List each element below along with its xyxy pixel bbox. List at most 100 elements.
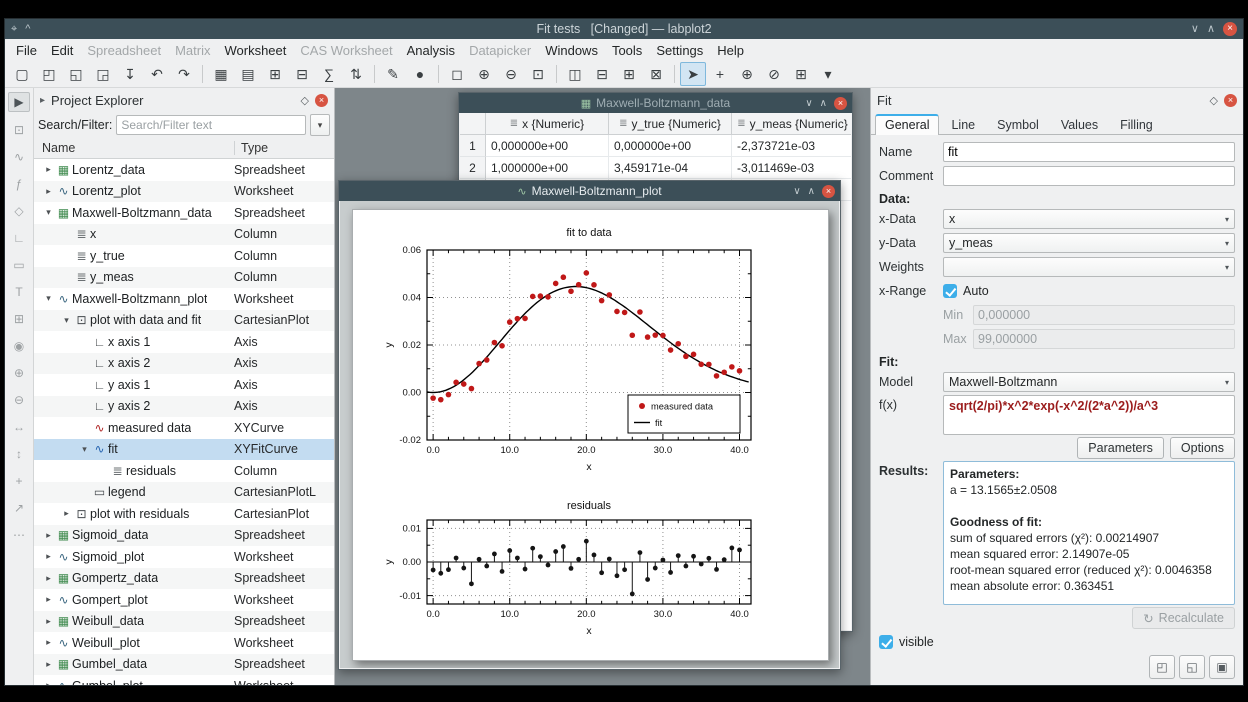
tree-expander-icon[interactable]: ▸ xyxy=(42,530,55,541)
toolbar-open-icon[interactable]: ◰ xyxy=(36,62,62,86)
menu-file[interactable]: File xyxy=(9,41,44,60)
dock-menu-icon[interactable]: ▸ xyxy=(40,95,45,106)
spreadsheet-cell[interactable]: 0,000000e+00 xyxy=(609,135,732,157)
shift-y-icon[interactable]: ↕ xyxy=(9,445,29,463)
shade-icon[interactable]: ^ xyxy=(25,19,30,39)
model-combobox[interactable]: Maxwell-Boltzmann ▾ xyxy=(943,372,1235,392)
window-shade-icon[interactable]: ∧ xyxy=(808,186,815,197)
column-header-type[interactable]: Type xyxy=(234,141,334,155)
toolbar-zoom-x-select-icon[interactable]: ⊘ xyxy=(761,62,787,86)
toolbar-statistics-icon[interactable]: ∑ xyxy=(316,62,342,86)
tree-row[interactable]: ▸▦Lorentz_dataSpreadsheet xyxy=(34,159,334,181)
toolbar-insert-row-icon[interactable]: ⊞ xyxy=(262,62,288,86)
row-number-cell[interactable]: 2 xyxy=(460,157,486,179)
keep-above-icon[interactable]: ⌖ xyxy=(11,19,17,39)
tree-row[interactable]: ▸▦Weibull_dataSpreadsheet xyxy=(34,611,334,633)
spreadsheet-cell[interactable]: 0,000000e+00 xyxy=(486,135,609,157)
window-menu-icon[interactable]: ∨ xyxy=(805,98,812,109)
toolbar-grid-options-icon[interactable]: ⊞ xyxy=(788,62,814,86)
spreadsheet-cell[interactable]: 1,000000e+00 xyxy=(486,157,609,179)
row-number-cell[interactable]: 1 xyxy=(460,135,486,157)
toolbar-layout-horizontal-icon[interactable]: ⊟ xyxy=(589,62,615,86)
auto-scale-x-icon[interactable]: ↗ xyxy=(9,499,29,517)
tree-row[interactable]: ▸∿Gumbel_plotWorksheet xyxy=(34,675,334,685)
spreadsheet-column-header[interactable]: ≣y_meas {Numeric} xyxy=(732,113,851,135)
max-input[interactable] xyxy=(973,329,1235,349)
tree-row[interactable]: ∟y axis 2Axis xyxy=(34,396,334,418)
tree-row[interactable]: ▾▦Maxwell-Boltzmann_dataSpreadsheet xyxy=(34,202,334,224)
add-axis-icon[interactable]: ∟ xyxy=(9,229,29,247)
fit-plot-container[interactable]: 0.010.020.030.040.0-0.020.000.020.040.06… xyxy=(379,220,803,488)
tree-expander-icon[interactable]: ▾ xyxy=(42,207,55,218)
visible-checkbox[interactable] xyxy=(879,635,893,649)
toolbar-redo-icon[interactable]: ↷ xyxy=(171,62,197,86)
spreadsheet-cell[interactable]: -3,011469e-03 xyxy=(732,157,851,179)
shift-select-icon[interactable]: ◉ xyxy=(9,337,29,355)
comment-input[interactable] xyxy=(943,166,1235,186)
titlebar[interactable]: ⌖ ^ Fit tests [Changed] — labplot2 ∨ ∧ × xyxy=(5,19,1243,39)
tree-row[interactable]: ∟x axis 1Axis xyxy=(34,331,334,353)
toolbar-layout-grid-icon[interactable]: ⊞ xyxy=(616,62,642,86)
menu-worksheet[interactable]: Worksheet xyxy=(217,41,293,60)
tree-expander-icon[interactable]: ▾ xyxy=(60,315,73,326)
min-input[interactable] xyxy=(973,305,1235,325)
zoom-out-tool-icon[interactable]: ⊖ xyxy=(9,391,29,409)
zoom-in-tool-icon[interactable]: ⊕ xyxy=(9,364,29,382)
window-menu-icon[interactable]: ∨ xyxy=(793,186,800,197)
menu-settings[interactable]: Settings xyxy=(649,41,710,60)
residuals-plot-container[interactable]: 0.010.020.030.040.0-0.010.000.01residual… xyxy=(379,496,803,648)
spreadsheet-cell[interactable]: -2,373721e-03 xyxy=(732,135,851,157)
close-window-icon[interactable]: × xyxy=(1223,22,1237,36)
toolbar-zoom-select-icon[interactable]: ⊕ xyxy=(734,62,760,86)
tab-filling[interactable]: Filling xyxy=(1110,115,1163,135)
tree-expander-icon[interactable]: ▸ xyxy=(42,594,55,605)
parameters-button[interactable]: Parameters xyxy=(1077,437,1164,459)
save-template-button[interactable]: ◱ xyxy=(1179,655,1205,679)
close-dock-icon[interactable]: × xyxy=(315,94,328,107)
float-dock-icon[interactable]: ◇ xyxy=(1210,94,1218,107)
menu-windows[interactable]: Windows xyxy=(538,41,605,60)
toolbar-layout-vertical-icon[interactable]: ◫ xyxy=(562,62,588,86)
search-filter-input[interactable] xyxy=(116,115,306,135)
toolbar-new-matrix-icon[interactable]: ▤ xyxy=(235,62,261,86)
x-data-combobox[interactable]: x ▾ xyxy=(943,209,1235,229)
tree-expander-icon[interactable]: ▸ xyxy=(42,680,55,685)
menu-analysis[interactable]: Analysis xyxy=(400,41,462,60)
tree-row[interactable]: ▸∿Weibull_plotWorksheet xyxy=(34,632,334,654)
tab-general[interactable]: General xyxy=(875,114,939,135)
close-spreadsheet-icon[interactable]: × xyxy=(834,97,847,110)
tree-row[interactable]: ∟y axis 1Axis xyxy=(34,374,334,396)
toolbar-sort-icon[interactable]: ⇅ xyxy=(343,62,369,86)
tree-expander-icon[interactable]: ▸ xyxy=(42,551,55,562)
toolbar-import-icon[interactable]: ↧ xyxy=(117,62,143,86)
toolbar-zoom-out-icon[interactable]: ⊖ xyxy=(498,62,524,86)
menu-edit[interactable]: Edit xyxy=(44,41,80,60)
menu-tools[interactable]: Tools xyxy=(605,41,649,60)
toolbar-ink-icon[interactable]: ● xyxy=(407,62,433,86)
tree-row[interactable]: ▸∿Lorentz_plotWorksheet xyxy=(34,181,334,203)
spreadsheet-cell[interactable]: 3,459171e-04 xyxy=(609,157,732,179)
add-curve-icon[interactable]: ∿ xyxy=(9,148,29,166)
menu-help[interactable]: Help xyxy=(710,41,751,60)
tree-row[interactable]: ▾∿fitXYFitCurve xyxy=(34,439,334,461)
toolbar-crosshair-icon[interactable]: + xyxy=(707,62,733,86)
filter-options-button[interactable]: ▾ xyxy=(310,114,330,136)
tab-line[interactable]: Line xyxy=(941,115,985,135)
tree-row[interactable]: ▭legendCartesianPlotL xyxy=(34,482,334,504)
toolbar-save-as-icon[interactable]: ◲ xyxy=(90,62,116,86)
add-legend-icon[interactable]: ▭ xyxy=(9,256,29,274)
toolbar-zoom-in-icon[interactable]: ⊕ xyxy=(471,62,497,86)
close-dock-icon[interactable]: × xyxy=(1224,94,1237,107)
toolbar-save-icon[interactable]: ◱ xyxy=(63,62,89,86)
load-template-button[interactable]: ◰ xyxy=(1149,655,1175,679)
tree-row[interactable]: ▸∿Sigmoid_plotWorksheet xyxy=(34,546,334,568)
recalculate-button[interactable]: ↻ Recalculate xyxy=(1132,607,1235,629)
tree-row[interactable]: ▾∿Maxwell-Boltzmann_plotWorksheet xyxy=(34,288,334,310)
add-data-curve-icon[interactable]: ◇ xyxy=(9,202,29,220)
cartesian-plot-icon[interactable]: ⊡ xyxy=(9,121,29,139)
tree-row[interactable]: ▸∿Gompert_plotWorksheet xyxy=(34,589,334,611)
spreadsheet-column-header[interactable]: ≣y_true {Numeric} xyxy=(609,113,732,135)
more-tools-icon[interactable]: ⋯ xyxy=(9,526,29,544)
tree-row[interactable]: ≣y_measColumn xyxy=(34,267,334,289)
shift-x-icon[interactable]: ↔ xyxy=(9,418,29,436)
